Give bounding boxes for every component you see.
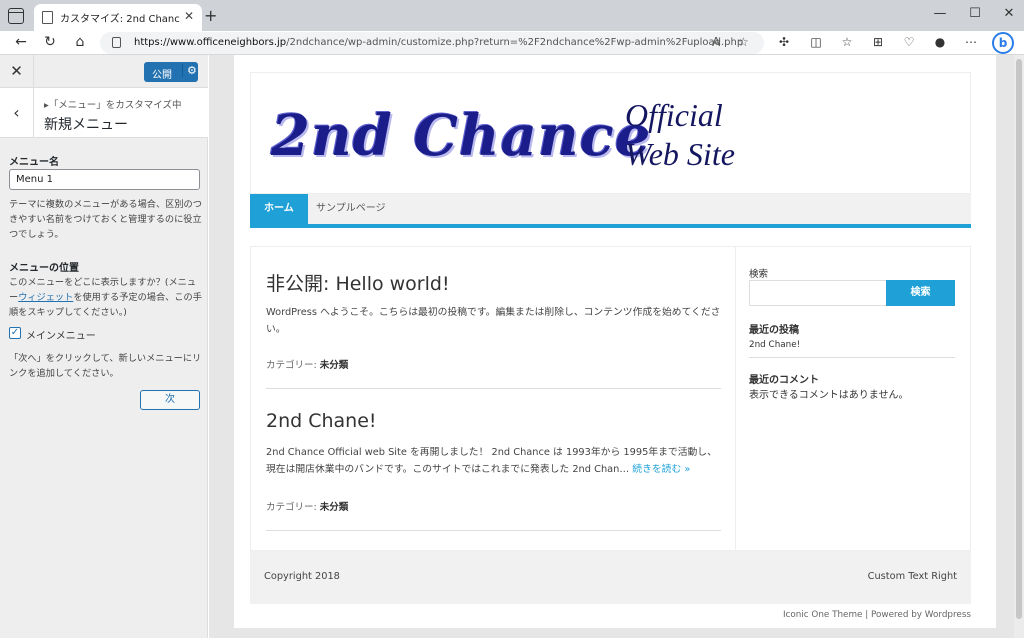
post-excerpt: 2nd Chance Official web Site を再開しました！ 2n… — [266, 447, 717, 475]
site-logo-subtitle-1: Official — [625, 97, 723, 133]
footer-custom-text: Custom Text Right — [867, 571, 957, 582]
menu-location-description: このメニューをどこに表示しますか？(メニューウィジェットを使用する予定の場合、こ… — [9, 277, 202, 318]
new-tab-icon[interactable]: + — [204, 6, 217, 25]
post-divider — [266, 388, 721, 389]
browser-tab-bar: カスタマイズ: 2nd Chance Official Web Site ✕ +… — [0, 0, 1024, 31]
publish-label: 公開 — [152, 70, 172, 81]
site-preview: 2nd Chance Official Web Site ホーム サンプルページ… — [209, 55, 1024, 638]
browser-essentials-icon[interactable]: ♡ — [901, 35, 917, 49]
menu-location-title: メニューの位置 — [9, 263, 79, 274]
section-header: ‹ ▸「メニュー」をカスタマイズ中 新規メニュー — [0, 88, 208, 138]
customizer-panel: ✕ 公開 ⚙ ‹ ▸「メニュー」をカスタマイズ中 新規メニュー メニュー名 テー… — [0, 55, 208, 638]
read-more-link[interactable]: 続きを読む » — [632, 464, 690, 475]
no-comments-text: 表示できるコメントはありません。 — [749, 390, 909, 401]
site-footer: Copyright 2018 Custom Text Right — [250, 551, 971, 604]
profile-icon[interactable]: ● — [932, 35, 948, 49]
main-menu-checkbox-label[interactable]: メインメニュー — [26, 327, 96, 342]
post-category: カテゴリー: 未分類 — [266, 360, 349, 371]
gear-icon[interactable]: ⚙ — [182, 64, 197, 77]
minimize-icon[interactable]: — — [930, 6, 950, 21]
footer-copyright: Copyright 2018 — [264, 571, 340, 582]
recent-posts-title: 最近の投稿 — [749, 325, 799, 336]
post-list: 非公開: Hello world! WordPress へようこそ。こちらは最初… — [251, 247, 736, 550]
preview-scrollbar[interactable] — [1014, 55, 1024, 638]
post-category: カテゴリー: 未分類 — [266, 502, 349, 513]
back-chevron-icon[interactable]: ‹ — [0, 88, 34, 138]
post-title[interactable]: 2nd Chane! — [266, 410, 377, 432]
tab-actions-icon[interactable] — [8, 8, 24, 24]
theme-credits[interactable]: Iconic One Theme | Powered by Wordpress — [783, 610, 971, 620]
customizer-header: ✕ 公開 ⚙ — [0, 55, 208, 88]
split-screen-icon[interactable]: ◫ — [808, 35, 824, 49]
site-navigation: ホーム サンプルページ — [250, 194, 971, 228]
site-header[interactable]: 2nd Chance Official Web Site — [250, 72, 971, 194]
recent-comments-title: 最近のコメント — [749, 375, 819, 386]
maximize-icon[interactable]: ☐ — [965, 6, 985, 21]
close-customizer-icon[interactable]: ✕ — [0, 55, 34, 88]
site-logo-subtitle-2: Web Site — [625, 136, 735, 172]
widgets-link[interactable]: ウィジェット — [18, 292, 73, 303]
browser-toolbar: ← ↻ ⌂ https://www.officeneighbors.jp/2nd… — [0, 31, 1024, 55]
nav-item-sample-page[interactable]: サンプルページ — [302, 194, 400, 224]
scrollbar-thumb[interactable] — [1016, 59, 1022, 619]
collections-icon[interactable]: ⊞ — [870, 35, 886, 49]
window-close-icon[interactable]: ✕ — [999, 6, 1019, 21]
publish-button[interactable]: 公開 ⚙ — [144, 62, 198, 82]
home-icon[interactable]: ⌂ — [71, 34, 89, 50]
category-link[interactable]: 未分類 — [320, 360, 349, 371]
back-arrow-icon[interactable]: ← — [12, 34, 30, 50]
next-instruction: 「次へ」をクリックして、新しいメニューにリンクを追加してください。 — [9, 353, 202, 379]
site-logo-text[interactable]: 2nd Chance — [271, 103, 651, 169]
favorite-star-icon[interactable]: ☆ — [738, 35, 749, 49]
tab-close-icon[interactable]: ✕ — [184, 9, 194, 23]
extensions-icon[interactable]: ✣ — [776, 35, 792, 49]
section-title: 新規メニュー — [44, 117, 128, 133]
search-input[interactable] — [749, 280, 887, 306]
site-main: 非公開: Hello world! WordPress へようこそ。こちらは最初… — [250, 246, 971, 551]
page-favicon-icon — [42, 11, 53, 24]
main-menu-checkbox[interactable]: ✓ — [9, 327, 21, 339]
nav-item-home[interactable]: ホーム — [250, 194, 308, 224]
search-button[interactable]: 検索 — [886, 280, 955, 306]
refresh-icon[interactable]: ↻ — [41, 34, 59, 50]
post-title[interactable]: 非公開: Hello world! — [266, 269, 450, 296]
favorites-icon[interactable]: ☆ — [839, 35, 855, 49]
tab-title: カスタマイズ: 2nd Chance Official Web Site — [60, 14, 180, 25]
widget-divider — [749, 357, 955, 358]
site-page: 2nd Chance Official Web Site ホーム サンプルページ… — [234, 55, 996, 628]
address-bar[interactable]: https://www.officeneighbors.jp/2ndchance… — [100, 32, 764, 54]
next-button[interactable]: 次 — [140, 390, 200, 410]
lock-icon[interactable] — [112, 37, 121, 48]
browser-tab-active[interactable]: カスタマイズ: 2nd Chance Official Web Site ✕ — [34, 4, 202, 31]
breadcrumb: ▸「メニュー」をカスタマイズ中 — [44, 100, 182, 111]
address-url[interactable]: https://www.officeneighbors.jp/2ndchance… — [134, 37, 743, 48]
menu-name-input[interactable] — [9, 169, 200, 190]
more-menu-icon[interactable]: ⋯ — [963, 35, 979, 49]
post-excerpt: WordPress へようこそ。こちらは最初の投稿です。編集または削除し、コンテ… — [266, 307, 721, 335]
search-widget-label: 検索 — [749, 269, 769, 280]
menu-name-label: メニュー名 — [9, 157, 59, 168]
read-aloud-icon[interactable]: A — [712, 35, 720, 49]
recent-post-link[interactable]: 2nd Chane! — [749, 340, 800, 350]
menu-name-description: テーマに複数のメニューがある場合、区別のつきやすい名前をつけておくと管理するのに… — [9, 199, 202, 240]
post-divider — [266, 530, 721, 531]
copilot-icon[interactable]: b — [992, 32, 1014, 54]
category-link[interactable]: 未分類 — [320, 502, 349, 513]
